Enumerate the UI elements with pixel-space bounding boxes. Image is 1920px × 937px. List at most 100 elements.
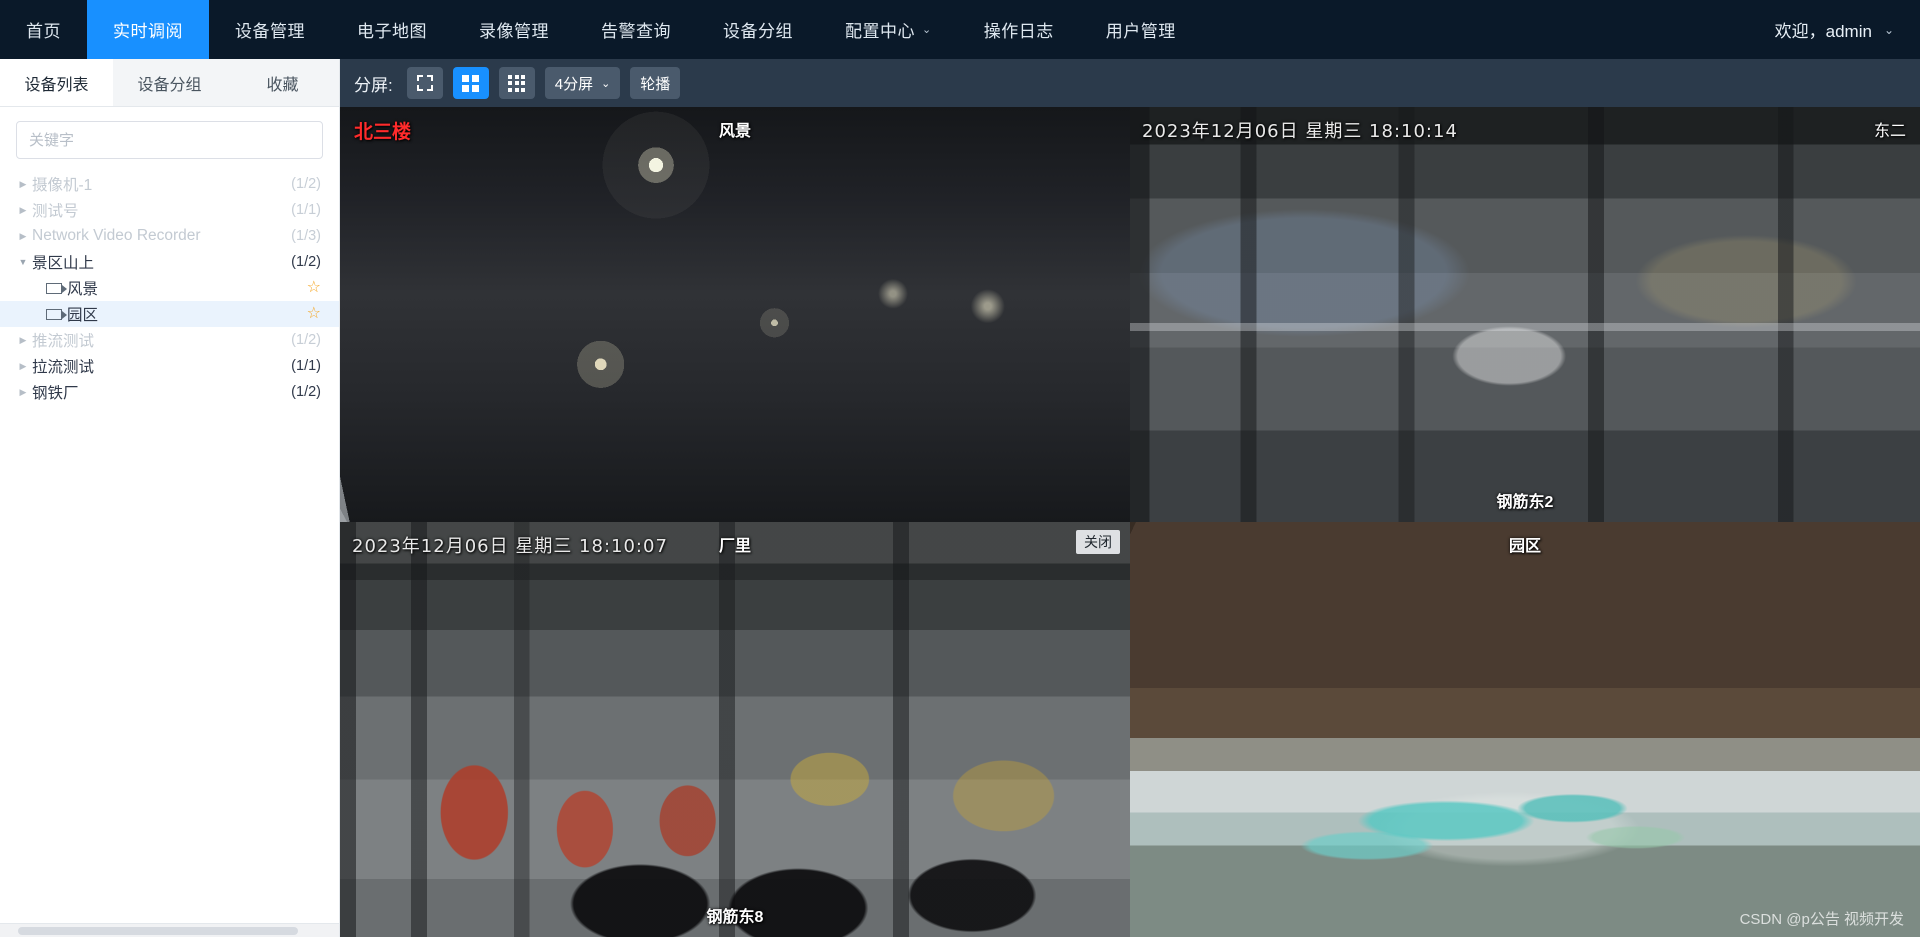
tab-device-list[interactable]: 设备列表 [0,59,113,106]
tree-item-label: 测试号 [32,203,79,220]
nav-label: 实时调阅 [113,22,183,41]
nav-label: 用户管理 [1105,22,1176,41]
video-cell-2[interactable]: 2023年12月06日 星期三 18:10:14 东二 钢筋东2 [1130,107,1920,522]
video-stream-4 [1130,522,1920,937]
split-label: 分屏: [354,75,393,95]
chevron-right-icon[interactable]: ▶ [14,387,32,397]
tab-label: 设备列表 [24,76,89,94]
chevron-right-icon[interactable]: ▶ [14,179,32,189]
tree-item-label: 推流测试 [32,333,95,350]
tree-item-test-number[interactable]: ▶ 测试号 (1/1) [0,197,339,223]
tree-item-push-test[interactable]: ▶ 推流测试 (1/2) [0,327,339,353]
layout-9-button[interactable] [498,67,535,99]
video-stream-3 [340,522,1130,937]
tree-item-nvr[interactable]: ▶ Network Video Recorder (1/3) [0,223,339,249]
nav-label: 告警查询 [601,22,671,41]
tree-item-pull-test[interactable]: ▶ 拉流测试 (1/1) [0,353,339,379]
cell-3-timestamp: 2023年12月06日 星期三 18:10:07 [352,536,668,557]
watermark: CSDN @p公告 视频开发 [1739,911,1904,928]
cell-2-bottom-label: 钢筋东2 [1496,494,1554,511]
search-input[interactable] [16,121,323,159]
chevron-down-icon: ⌄ [922,24,932,36]
fullscreen-button[interactable] [406,67,443,99]
app-root: 首页 实时调阅 设备管理 电子地图 录像管理 告警查询 设备分组 配置中心 ⌄ … [0,0,1920,937]
sidebar-tabs: 设备列表 设备分组 收藏 [0,59,339,107]
tree-item-fengjing[interactable]: 风景 ☆ [0,275,339,301]
cell-2-corner-label: 东二 [1873,123,1906,140]
tree-item-count: (1/2) [291,384,321,400]
scrollbar-thumb[interactable] [18,926,298,935]
nav-item-device-group[interactable]: 设备分组 [697,0,819,59]
nav-label: 录像管理 [479,22,549,41]
video-grid: 北三楼 风景 2023年12月06日 星期三 18:10:14 东二 钢筋东2 … [340,107,1920,937]
chevron-right-icon[interactable]: ▶ [14,335,32,345]
main-panel: 分屏: 4分屏 ⌄ 轮播 北三楼 风景 2023年12月06日 星期三 18:1… [340,59,1920,937]
nav-item-device-management[interactable]: 设备管理 [209,0,331,59]
cell-3-title: 厂里 [718,538,752,555]
cell-2-timestamp: 2023年12月06日 星期三 18:10:14 [1142,121,1458,142]
tab-device-group[interactable]: 设备分组 [113,59,226,106]
favorite-star-icon[interactable]: ☆ [307,306,321,322]
nav-label: 操作日志 [983,22,1054,41]
cell-4-title: 园区 [1508,538,1542,555]
tree-item-label: 摄像机-1 [32,177,93,194]
camera-icon [46,308,67,320]
nav-item-config-center[interactable]: 配置中心 ⌄ [819,0,958,59]
nav-label: 首页 [26,22,61,41]
favorite-star-icon[interactable]: ☆ [307,280,321,296]
cell-3-bottom-label: 钢筋东8 [706,909,764,926]
video-cell-4[interactable]: 园区 CSDN @p公告 视频开发 [1130,522,1920,937]
tree-item-label: 风景 [67,281,99,298]
chevron-down-icon: ⌄ [601,77,611,90]
video-stream-2 [1130,107,1920,522]
nav-label: 设备管理 [235,22,305,41]
layout-4-button[interactable] [452,67,489,99]
nav-item-operation-log[interactable]: 操作日志 [958,0,1080,59]
tab-label: 设备分组 [137,76,202,94]
nav-item-live-view[interactable]: 实时调阅 [87,0,209,59]
tree-item-label: 景区山上 [32,255,95,272]
nav-item-emap[interactable]: 电子地图 [331,0,453,59]
layout-select[interactable]: 4分屏 ⌄ [544,67,621,99]
tree-item-yuanqu[interactable]: 园区 ☆ [0,301,339,327]
chevron-down-icon: ⌄ [1883,22,1894,37]
nav-item-home[interactable]: 首页 [0,0,87,59]
tree-item-label: 园区 [67,307,99,324]
video-cell-1[interactable]: 北三楼 风景 [340,107,1130,522]
grid-4-icon [462,74,480,92]
carousel-button[interactable]: 轮播 [630,67,681,99]
tab-label: 收藏 [266,76,299,94]
tree-item-count: (1/2) [291,254,321,270]
grid-9-icon [508,74,526,92]
camera-icon [46,282,67,294]
sidebar-horizontal-scrollbar[interactable] [0,923,339,937]
nav-item-alarm-query[interactable]: 告警查询 [575,0,697,59]
main-body: 设备列表 设备分组 收藏 ▶ 摄像机-1 (1/2) ▶ 测试号 (1/1) [0,59,1920,937]
tree-item-camera-1[interactable]: ▶ 摄像机-1 (1/2) [0,171,339,197]
tree-item-count: (1/1) [291,358,321,374]
tree-item-count: (1/1) [291,202,321,218]
search-wrapper [0,107,339,169]
tab-favorites[interactable]: 收藏 [226,59,339,106]
fullscreen-icon [416,75,433,91]
tree-item-count: (1/2) [291,332,321,348]
cell-3-close-button[interactable]: 关闭 [1076,530,1120,554]
chevron-right-icon[interactable]: ▶ [14,231,32,241]
cell-1-corner-label: 北三楼 [354,122,412,143]
user-menu[interactable]: 欢迎，admin ⌄ [1765,0,1920,59]
tree-item-scenic-mountain[interactable]: ▼ 景区山上 (1/2) [0,249,339,275]
user-greeting: 欢迎，admin [1774,22,1872,41]
carousel-label: 轮播 [640,75,671,93]
nav-label: 电子地图 [357,22,427,41]
chevron-down-icon[interactable]: ▼ [14,257,32,267]
tree-item-label-wrap: 园区 [46,303,307,325]
nav-item-user-management[interactable]: 用户管理 [1080,0,1202,59]
layout-select-value: 4分屏 [554,75,594,93]
tree-item-steel-plant[interactable]: ▶ 钢铁厂 (1/2) [0,379,339,405]
video-cell-3[interactable]: 2023年12月06日 星期三 18:10:07 厂里 关闭 钢筋东8 [340,522,1130,937]
chevron-right-icon[interactable]: ▶ [14,361,32,371]
nav-item-recording[interactable]: 录像管理 [453,0,575,59]
tree-item-label-wrap: 风景 [46,277,307,299]
chevron-right-icon[interactable]: ▶ [14,205,32,215]
